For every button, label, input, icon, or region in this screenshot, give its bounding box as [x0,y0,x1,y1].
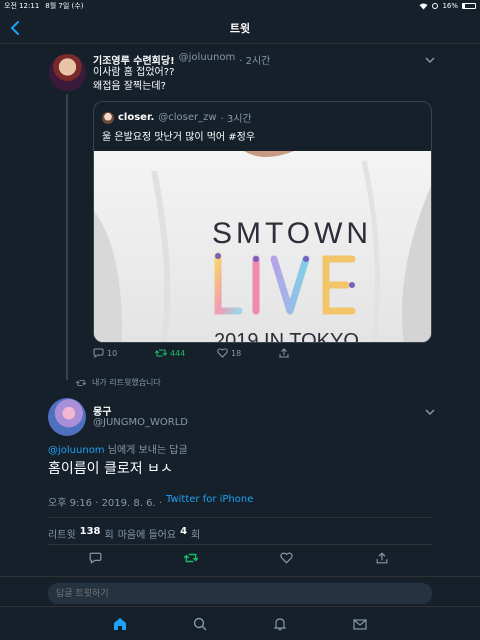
reply-bar [0,576,480,606]
status-date: 8월 7일 (수) [45,2,84,10]
parent-text-line-1: 이사람 홈 접었어?? [93,67,175,78]
divider [48,517,432,518]
quote-avatar [102,111,114,124]
stats-retweets-unit: 회 [104,530,114,541]
parent-chevron-down-icon[interactable] [425,56,435,64]
main-display-name[interactable]: 몽구 [93,403,111,418]
engagement-stats: 리트윗 138 회 마음에 들어요 4회 [48,526,200,541]
parent-display-name[interactable]: 기조영루 수련회당! [93,52,175,67]
stats-likes-unit: 회 [191,530,201,541]
reply-action[interactable]: 10 [93,348,155,358]
retweet-note-text: 내가 리트윗했습니다 [92,378,161,387]
main-share-icon[interactable] [376,552,388,564]
source-link[interactable]: Twitter for iPhone [166,494,253,509]
nav-bar: 트윗 [0,12,480,44]
alarm-icon [432,3,439,9]
parent-text-line-2: 왜접음 잘찍는데? [93,81,166,92]
battery-percent: 16% [442,2,458,10]
search-icon[interactable] [193,617,207,631]
parent-handle[interactable]: @joluunom [179,52,236,67]
main-tweet-text: 홈이름이 클로저 ㅂㅅ [48,461,173,477]
main-heart-icon[interactable] [280,552,293,564]
page-title: 트윗 [229,21,251,35]
main-chevron-down-icon[interactable] [425,408,435,416]
stats-likes-label: 마음에 들어요 [117,530,177,541]
quote-header: closer. @closer_zw · 3시간 [102,110,252,125]
stats-retweets-count[interactable]: 138 [80,526,101,541]
quote-handle: @closer_zw [158,112,217,123]
reply-to-line: @joluunom 님에게 보내는 답글 [48,441,188,456]
reply-input[interactable] [48,583,432,604]
messages-mail-icon[interactable] [353,617,367,631]
share-action[interactable] [279,348,289,358]
tshirt-photo: SMTOWN 2019 IN TOKYO [94,151,431,343]
main-handle[interactable]: @JUNGMO_WORLD [93,417,188,428]
like-count: 18 [231,348,242,358]
shirt-text-smtown: SMTOWN [212,217,372,250]
parent-avatar[interactable] [49,54,86,91]
home-icon[interactable] [113,617,127,631]
heart-icon [217,348,228,358]
quote-text: 울 은발요정 맛난거 많이 먹어 #정우 [102,132,256,143]
quote-display-name: closer. [118,112,155,123]
status-time: 오전 12:11 [4,2,40,10]
stats-likes-count[interactable]: 4 [180,526,187,541]
quote-media-image[interactable]: SMTOWN 2019 IN TOKYO [94,151,431,343]
parent-actions: 10 444 18 [93,348,289,358]
reply-icon [93,348,104,358]
thread-line [66,94,68,380]
stats-retweets-label: 리트윗 [48,530,76,541]
battery-icon [462,3,476,9]
status-bar: 오전 12:11 8월 7일 (수) 16% [0,0,480,12]
reply-to-suffix: 님에게 보내는 답글 [104,445,188,456]
retweet-action[interactable]: 444 [155,348,217,358]
retweet-note-icon [76,379,86,386]
retweet-note: 내가 리트윗했습니다 [76,377,161,388]
tab-bar [0,606,480,640]
main-timestamp: 오후 9:16 · 2019. 8. 6. · Twitter for iPho… [48,494,253,509]
parent-tweet-header: 기조영루 수련회당! @joluunom · 2시간 [93,52,270,67]
main-retweet-icon[interactable] [184,552,198,564]
timestamp-text: 오후 9:16 · 2019. 8. 6. · [48,498,162,509]
quoted-tweet-card[interactable]: closer. @closer_zw · 3시간 울 은발요정 맛난거 많이 먹… [93,101,432,343]
shirt-text-tokyo: 2019 IN TOKYO [214,330,359,343]
main-avatar[interactable] [48,398,86,436]
reply-count: 10 [107,348,118,358]
retweet-count: 444 [170,348,186,358]
back-chevron-icon[interactable] [8,20,24,36]
parent-tweet-text: 이사람 홈 접었어?? 왜접음 잘찍는데? [93,66,174,94]
parent-time: · 2시간 [239,56,271,67]
notifications-bell-icon[interactable] [273,617,287,631]
wifi-icon [419,3,428,9]
share-icon [279,348,289,358]
retweet-icon [155,349,167,357]
quote-time: · 3시간 [220,114,252,125]
main-reply-icon[interactable] [89,552,102,564]
divider [48,544,432,545]
reply-to-mention[interactable]: @joluunom [48,445,105,456]
like-action[interactable]: 18 [217,348,279,358]
